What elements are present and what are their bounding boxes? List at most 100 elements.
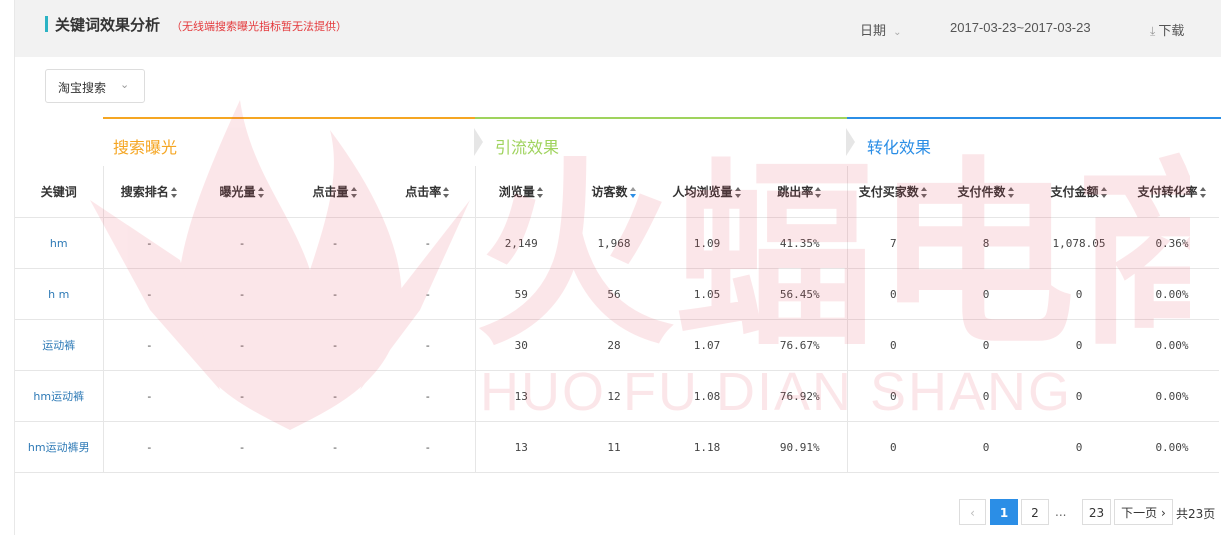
table-cell: -: [289, 421, 381, 473]
column-header[interactable]: 跳出率: [753, 166, 847, 218]
keyword-link[interactable]: hm运动裤男: [15, 421, 103, 473]
next-page-button[interactable]: 下一页 ›: [1114, 499, 1173, 525]
sort-icon[interactable]: [1100, 186, 1108, 199]
group-line-exposure: [103, 117, 475, 119]
column-header-label: 人均浏览量: [672, 185, 733, 199]
table-cell: -: [381, 268, 475, 320]
page-button[interactable]: 1: [990, 499, 1018, 525]
source-select[interactable]: 淘宝搜索 ⌄: [45, 69, 145, 103]
chevron-right-icon: ›: [1157, 506, 1166, 520]
table-cell: 0: [939, 370, 1033, 422]
table-cell: 0: [846, 421, 939, 473]
table-cell: 13: [474, 370, 567, 422]
table-cell: -: [102, 268, 195, 320]
column-header[interactable]: 点击率: [381, 166, 475, 218]
group-divider-arrow: [846, 128, 855, 156]
sort-icon[interactable]: [815, 186, 822, 199]
table-cell: 56: [567, 268, 661, 320]
column-header-label: 支付转化率: [1137, 185, 1198, 199]
table-cell: 1.05: [661, 268, 753, 320]
table-cell: 1.08: [661, 370, 753, 422]
group-label-conversion: 转化效果: [867, 138, 932, 157]
sort-icon[interactable]: [629, 186, 637, 199]
sort-icon[interactable]: [1199, 186, 1207, 199]
chevron-down-icon: ⌄: [120, 78, 130, 91]
next-page-label: 下一页: [1121, 506, 1158, 520]
column-header[interactable]: 曝光量: [195, 166, 289, 218]
table-cell: 7: [846, 217, 939, 269]
column-header: 关键词: [15, 166, 103, 218]
table-cell: 0: [939, 319, 1033, 371]
table-cell: 41.35%: [753, 217, 847, 269]
keyword-link[interactable]: hm: [15, 217, 103, 269]
title-note: （无线端搜索曝光指标暂无法提供）: [171, 20, 347, 33]
group-divider-arrow: [474, 128, 483, 156]
column-header[interactable]: 浏览量: [474, 166, 567, 218]
table-header-row: 关键词 搜索排名 曝光量 点击量 点击率 浏览量 访客数 人均浏览量 跳出率 支…: [15, 166, 1219, 218]
group-label-exposure: 搜索曝光: [113, 138, 178, 157]
sort-icon[interactable]: [443, 186, 450, 199]
table-cell: 12: [567, 370, 661, 422]
column-header[interactable]: 支付转化率: [1125, 166, 1219, 218]
sort-icon[interactable]: [257, 186, 265, 199]
date-range[interactable]: 2017-03-23~2017-03-23: [950, 20, 1091, 35]
title-accent: [45, 16, 48, 32]
table-cell: 1,078.05: [1033, 217, 1125, 269]
table-row: hm - - - -2,149 1,968 1.09 41.35% 7 8 1,078.05 0.36…: [15, 217, 1219, 269]
page-button[interactable]: 23: [1082, 499, 1111, 525]
prev-page-button[interactable]: ‹: [959, 499, 986, 525]
keyword-table: 关键词 搜索排名 曝光量 点击量 点击率 浏览量 访客数 人均浏览量 跳出率 支…: [15, 166, 1219, 473]
sort-icon[interactable]: [170, 186, 178, 199]
group-label-traffic: 引流效果: [495, 138, 560, 157]
table-cell: -: [102, 370, 195, 422]
column-header[interactable]: 人均浏览量: [661, 166, 753, 218]
keyword-link[interactable]: 运动裤: [15, 319, 103, 371]
keyword-link[interactable]: hm运动裤: [15, 370, 103, 422]
table-cell: -: [195, 421, 289, 473]
column-header[interactable]: 支付金额: [1033, 166, 1125, 218]
table-cell: -: [195, 217, 289, 269]
column-header-label: 支付件数: [957, 185, 1006, 199]
table-cell: 1.09: [661, 217, 753, 269]
table-cell: 1.07: [661, 319, 753, 371]
sort-icon[interactable]: [350, 186, 358, 199]
column-header[interactable]: 点击量: [289, 166, 381, 218]
table-cell: -: [102, 319, 195, 371]
table-cell: 76.92%: [753, 370, 847, 422]
table-cell: -: [381, 421, 475, 473]
keyword-link[interactable]: h m: [15, 268, 103, 320]
column-header[interactable]: 搜索排名: [102, 166, 195, 218]
table-cell: -: [102, 421, 195, 473]
header-bar: 关键词效果分析 （无线端搜索曝光指标暂无法提供） 日期 ⌄ 2017-03-23…: [15, 0, 1221, 57]
column-header[interactable]: 访客数: [567, 166, 661, 218]
column-header-label: 支付金额: [1050, 185, 1099, 199]
sort-icon[interactable]: [920, 186, 928, 199]
table-cell: -: [102, 217, 195, 269]
table-cell: 0: [939, 421, 1033, 473]
page-button[interactable]: 2: [1021, 499, 1049, 525]
column-header-label: 关键词: [40, 185, 77, 199]
page-title: 关键词效果分析: [55, 16, 161, 34]
column-header-label: 支付买家数: [858, 185, 919, 199]
download-button[interactable]: ⤓ 下载: [1150, 20, 1184, 39]
table-cell: 0.36%: [1125, 217, 1219, 269]
column-header[interactable]: 支付买家数: [846, 166, 939, 218]
table-cell: 0.00%: [1125, 319, 1219, 371]
column-header[interactable]: 支付件数: [939, 166, 1033, 218]
chevron-down-icon: ⌄: [893, 27, 902, 38]
column-header-label: 搜索排名: [120, 185, 169, 199]
table-cell: 0: [1033, 370, 1125, 422]
table-cell: -: [381, 217, 475, 269]
column-header-label: 浏览量: [498, 185, 535, 199]
sort-icon[interactable]: [1007, 186, 1015, 199]
download-label: 下载: [1158, 24, 1185, 39]
table-cell: 0.00%: [1125, 268, 1219, 320]
table-cell: 0.00%: [1125, 421, 1219, 473]
date-picker-label[interactable]: 日期 ⌄: [860, 20, 902, 39]
sort-icon[interactable]: [536, 186, 544, 199]
table-cell: -: [381, 370, 475, 422]
table-cell: 1.18: [661, 421, 753, 473]
sort-icon[interactable]: [734, 186, 742, 199]
table-cell: -: [195, 370, 289, 422]
table-cell: -: [289, 268, 381, 320]
